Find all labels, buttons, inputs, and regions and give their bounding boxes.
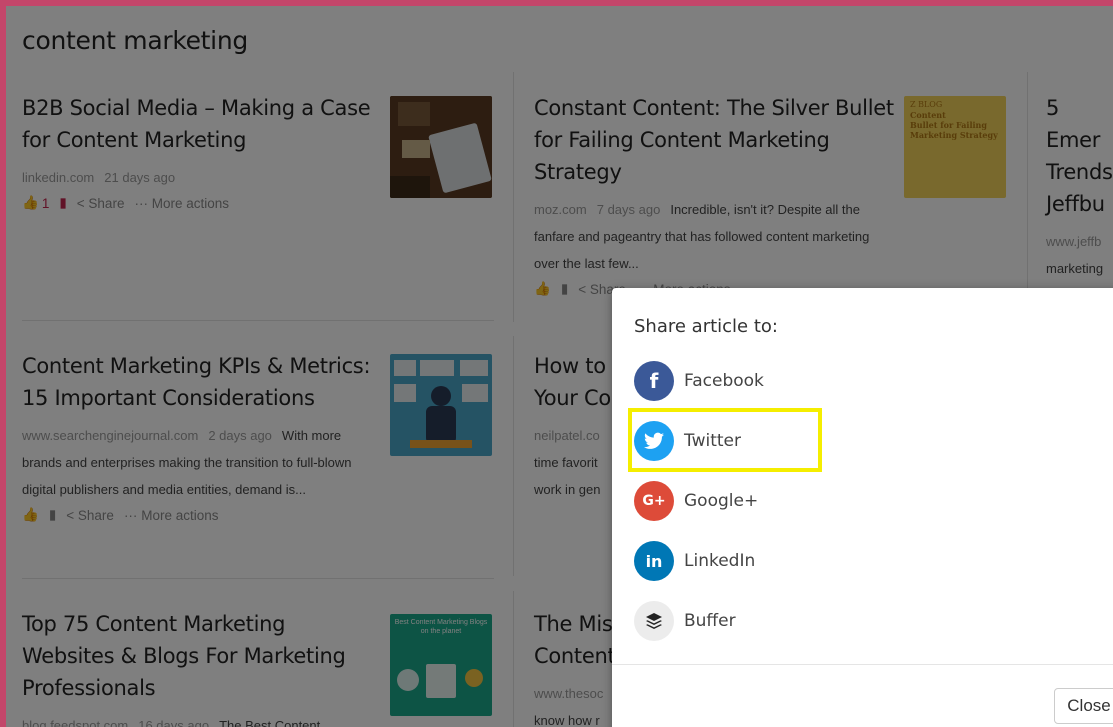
facebook-icon: f [634,361,674,401]
twitter-icon [634,421,674,461]
share-option-label: Facebook [684,371,764,391]
close-button[interactable]: Close [1054,688,1113,724]
google-plus-icon: G+ [634,481,674,521]
share-modal: Share article to: f Facebook Twitter G+ … [612,288,1113,727]
share-option-google-plus[interactable]: G+ Google+ [634,478,814,524]
share-option-twitter[interactable]: Twitter [634,418,814,464]
modal-title: Share article to: [634,316,778,337]
share-option-linkedin[interactable]: in LinkedIn [634,538,814,584]
feed-page: content marketing B2B Social Media – Mak… [6,6,1113,727]
share-option-label: LinkedIn [684,551,756,571]
buffer-stack-glyph [646,613,662,629]
share-option-label: Twitter [684,431,741,451]
share-option-label: Google+ [684,491,759,511]
share-option-label: Buffer [684,611,736,631]
share-option-buffer[interactable]: Buffer [634,598,814,644]
buffer-icon [634,601,674,641]
modal-footer-divider [612,664,1113,665]
linkedin-icon: in [634,541,674,581]
share-option-facebook[interactable]: f Facebook [634,358,814,404]
twitter-bird-glyph [644,432,664,449]
